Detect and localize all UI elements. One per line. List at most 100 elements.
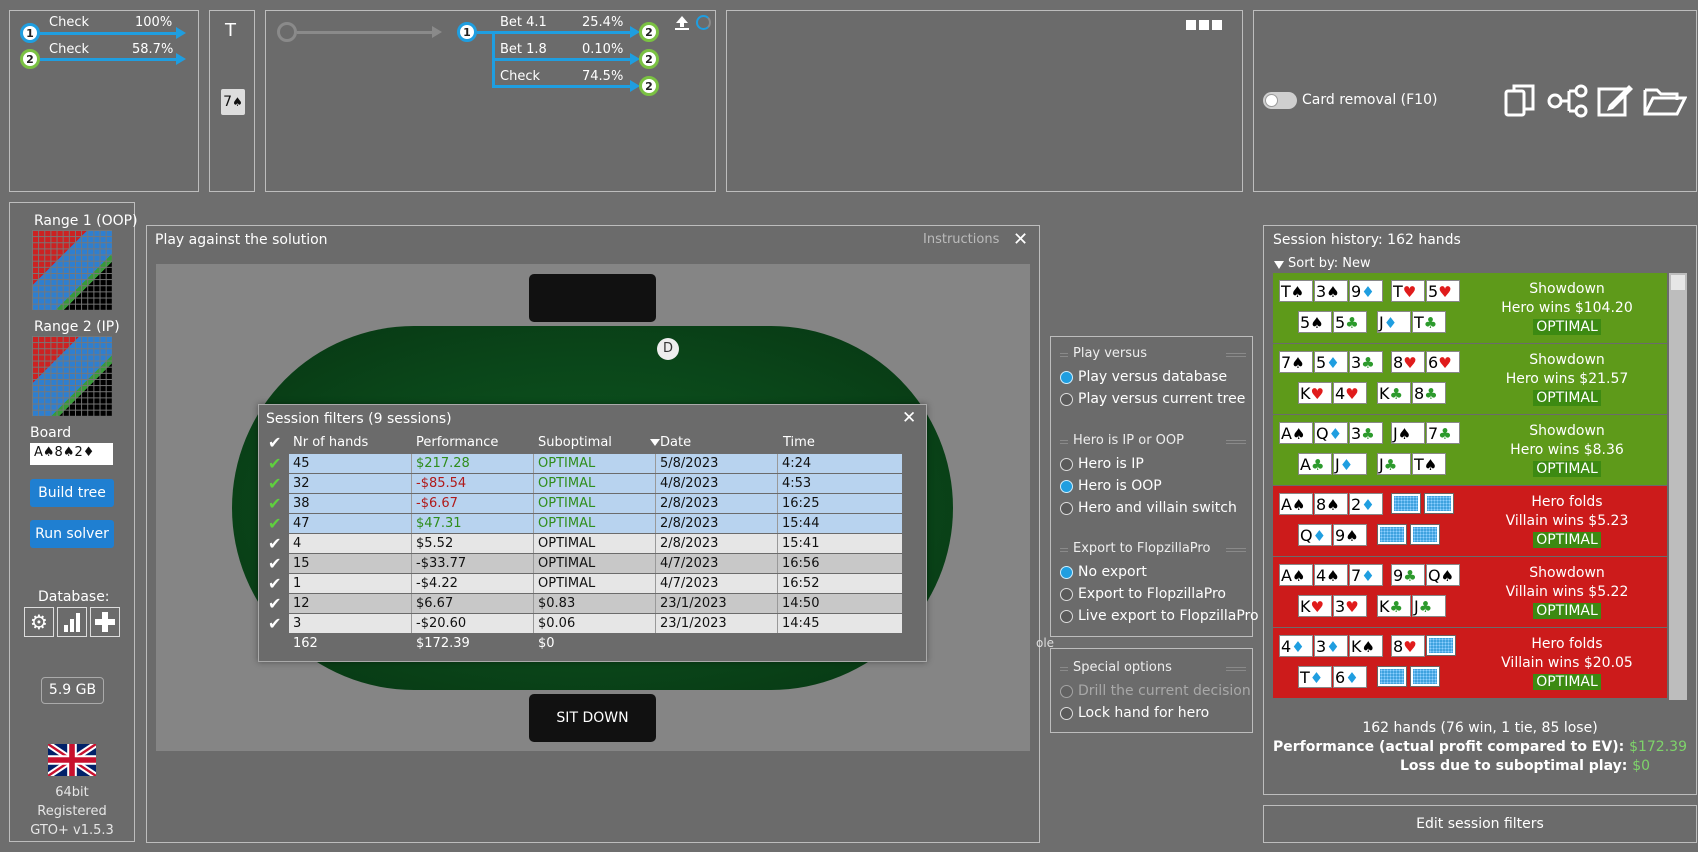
registered-label: Registered: [37, 804, 107, 819]
card-suit-icon: ♦: [1291, 638, 1305, 656]
row-check-icon[interactable]: ✔: [268, 555, 281, 572]
sort-dropdown[interactable]: Sort by: New: [1288, 256, 1371, 271]
radio-button[interactable]: [1060, 707, 1073, 720]
copy-icon[interactable]: [1503, 83, 1537, 117]
card-suit-icon: ♠: [1440, 567, 1455, 585]
close-icon[interactable]: ✕: [1013, 231, 1028, 249]
playing-card: T♠: [1412, 453, 1446, 475]
uk-flag-icon[interactable]: [46, 741, 98, 779]
run-solver-button[interactable]: Run solver: [30, 520, 114, 548]
tree-player2-node[interactable]: 2: [639, 76, 659, 96]
column-separator: [411, 454, 412, 473]
radio-button[interactable]: [1060, 685, 1073, 698]
card-rank: K: [1300, 597, 1311, 616]
build-tree-button[interactable]: Build tree: [30, 479, 114, 507]
radio-button[interactable]: [1060, 502, 1073, 515]
graph-tab-icons[interactable]: [1186, 20, 1222, 30]
playing-card: 3♠: [1314, 280, 1348, 302]
radio-label[interactable]: Hero is IP: [1078, 456, 1144, 472]
card-rank: 3: [1335, 597, 1346, 616]
radio-button[interactable]: [1060, 566, 1073, 579]
radio-label[interactable]: Hero is OOP: [1078, 478, 1162, 494]
add-icon[interactable]: [90, 607, 120, 637]
radio-button[interactable]: [1060, 480, 1073, 493]
row-check-icon[interactable]: ✔: [268, 595, 281, 612]
tree-player2-node[interactable]: 2: [639, 22, 659, 42]
scrollbar-track[interactable]: [1669, 273, 1687, 700]
radio-button[interactable]: [1060, 588, 1073, 601]
root-node[interactable]: [277, 22, 297, 42]
turn-card[interactable]: 7♠: [221, 89, 245, 115]
tree-action-label[interactable]: Check: [500, 69, 540, 84]
scrollbar-thumb[interactable]: [1671, 275, 1685, 290]
board-input[interactable]: A♠8♠2♦: [30, 443, 113, 465]
col-header-performance[interactable]: Performance: [416, 435, 498, 450]
player1-node[interactable]: 1: [20, 23, 40, 43]
radio-label[interactable]: Play versus database: [1078, 369, 1227, 385]
card-rank: Q: [1316, 424, 1329, 443]
radio-label[interactable]: Lock hand for hero: [1078, 705, 1209, 721]
filter-cell-perf: -$20.60: [416, 616, 467, 631]
summary-performance: Performance (actual profit compared to E…: [1263, 739, 1697, 755]
edit-session-filters-button[interactable]: Edit session filters: [1263, 805, 1697, 843]
settings-icon[interactable]: ⚙: [24, 607, 54, 637]
radio-label[interactable]: Drill the current decision: [1078, 683, 1251, 699]
card-rank: 9: [1351, 282, 1362, 301]
column-separator: [533, 454, 534, 473]
playing-card: A♣: [1298, 453, 1332, 475]
column-separator: [533, 514, 534, 533]
filter-cell-perf: $6.67: [416, 596, 454, 611]
row-check-icon[interactable]: ✔: [268, 455, 281, 472]
close-icon[interactable]: ✕: [902, 410, 916, 427]
row-check-icon[interactable]: ✔: [268, 575, 281, 592]
instructions-link[interactable]: Instructions: [923, 232, 999, 247]
filter-cell-sub: OPTIMAL: [538, 476, 596, 491]
upload-icon[interactable]: [673, 15, 691, 31]
range2-label: Range 2 (IP): [34, 319, 120, 335]
col-header-hands[interactable]: Nr of hands: [293, 435, 368, 450]
card-rank: T: [1393, 282, 1403, 301]
column-separator: [533, 474, 534, 493]
sit-down-button[interactable]: SIT DOWN: [529, 694, 656, 742]
edit-icon[interactable]: [1597, 83, 1635, 117]
radio-button[interactable]: [1060, 371, 1073, 384]
radio-button[interactable]: [1060, 610, 1073, 623]
radio-label[interactable]: Live export to FlopzillaPro: [1078, 608, 1259, 624]
header-check-icon[interactable]: ✔: [268, 435, 281, 451]
row-check-icon[interactable]: ✔: [268, 515, 281, 532]
tree-icon[interactable]: [1547, 84, 1591, 118]
radio-label[interactable]: Hero and villain switch: [1078, 500, 1237, 516]
playing-card: 5♠: [1298, 311, 1332, 333]
radio-label[interactable]: Play versus current tree: [1078, 391, 1245, 407]
row-check-icon[interactable]: ✔: [268, 615, 281, 632]
col-header-time[interactable]: Time: [783, 435, 815, 450]
row-check-icon[interactable]: ✔: [268, 475, 281, 492]
radio-button[interactable]: [1060, 458, 1073, 471]
row-check-icon[interactable]: ✔: [268, 535, 281, 552]
row-check-icon[interactable]: ✔: [268, 495, 281, 512]
tree-action-pct: 0.10%: [582, 42, 624, 57]
col-header-suboptimal[interactable]: Suboptimal: [538, 435, 612, 450]
radio-label[interactable]: No export: [1078, 564, 1147, 580]
tree-player2-node[interactable]: 2: [639, 49, 659, 69]
tree-action-label[interactable]: Bet 4.1: [500, 15, 547, 30]
stats-icon[interactable]: [57, 607, 87, 637]
col-header-date[interactable]: Date: [660, 435, 691, 450]
radio-button[interactable]: [1060, 393, 1073, 406]
column-separator: [533, 534, 534, 553]
summary-hands: 162 hands (76 win, 1 tie, 85 lose): [1362, 720, 1598, 736]
playing-card: Q♠: [1426, 564, 1460, 586]
radio-label[interactable]: Export to FlopzillaPro: [1078, 586, 1226, 602]
card-back: [1391, 493, 1421, 514]
playing-card: A♠: [1279, 493, 1313, 515]
card-rank: 7: [1281, 353, 1292, 372]
strategy-action-label: Check: [49, 15, 89, 30]
tree-action-label[interactable]: Bet 1.8: [500, 42, 547, 57]
card-suit-icon: ♦: [1326, 638, 1340, 656]
tree-player1-node[interactable]: 1: [457, 22, 477, 42]
filter-cell-date: 23/1/2023: [660, 616, 727, 631]
folder-icon[interactable]: [1643, 84, 1688, 118]
player2-node[interactable]: 2: [20, 49, 40, 69]
caret-down-icon[interactable]: [1274, 261, 1284, 269]
card-removal-toggle[interactable]: [1263, 92, 1297, 109]
